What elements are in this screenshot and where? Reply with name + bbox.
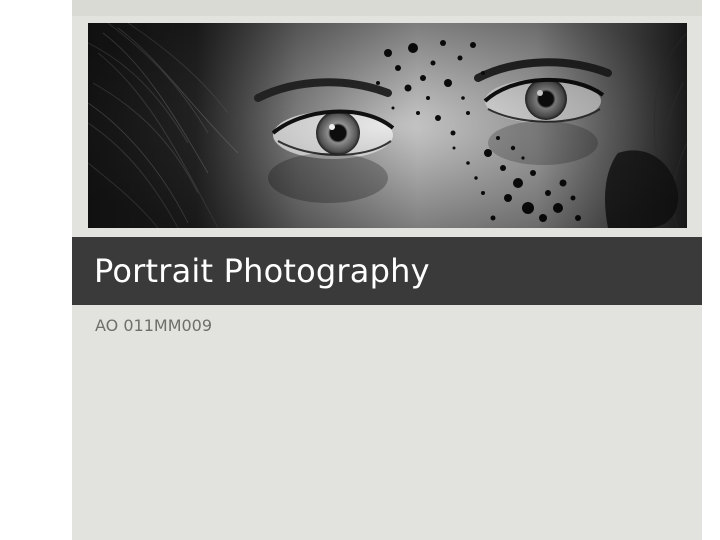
slide-title: Portrait Photography bbox=[94, 252, 430, 290]
slide: Portrait Photography AO 011MM009 bbox=[72, 0, 702, 540]
top-accent-strip bbox=[72, 0, 702, 16]
portrait-eyes-image bbox=[88, 23, 687, 228]
slide-subtitle: AO 011MM009 bbox=[95, 316, 213, 335]
portrait-image bbox=[88, 23, 687, 228]
title-band: Portrait Photography bbox=[72, 237, 702, 305]
